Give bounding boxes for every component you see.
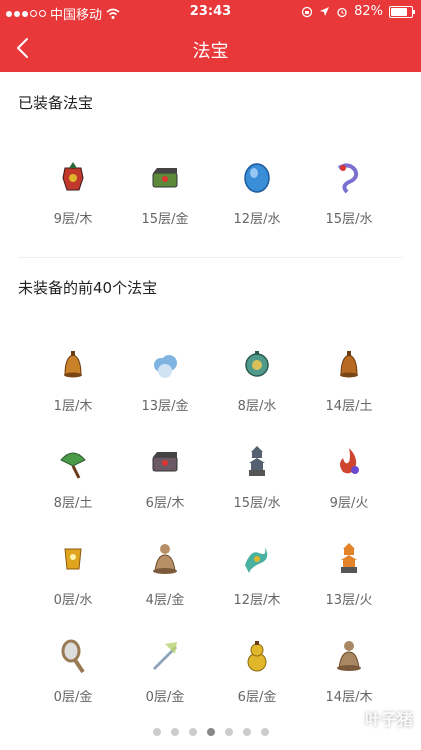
talisman-treasure-icon	[64, 548, 82, 570]
treasure-item[interactable]: 13层/火	[309, 539, 389, 608]
treasure-label: 15层/水	[233, 496, 281, 511]
chest-treasure-icon	[152, 168, 178, 188]
treasure-item[interactable]: 4层/金	[125, 539, 205, 608]
treasure-item[interactable]: 0层/水	[33, 539, 113, 608]
sword-treasure-icon	[153, 642, 177, 670]
treasure-label: 8层/水	[237, 399, 277, 414]
treasure-label: 6层/金	[237, 690, 277, 705]
pagoda-treasure-icon	[249, 446, 265, 476]
treasure-label: 6层/木	[145, 496, 185, 511]
treasure-item[interactable]: 15层/金	[125, 158, 205, 227]
treasure-item[interactable]: 14层/木	[309, 636, 389, 705]
page-dot[interactable]	[152, 728, 161, 736]
page-dot[interactable]	[224, 728, 233, 736]
section-divider	[18, 257, 403, 258]
treasure-label: 14层/木	[325, 690, 373, 705]
page-dot[interactable]	[242, 728, 251, 736]
status-bar: 中国移动 23:43 82%	[0, 0, 421, 24]
gem-treasure-icon	[244, 163, 270, 193]
battery-percent: 82%	[354, 4, 383, 19]
bell-treasure-icon	[64, 351, 82, 378]
unequipped-section-title: 未装备的前40个法宝	[18, 279, 158, 297]
treasure-label: 0层/金	[53, 690, 93, 705]
watermark-logo: 叶子猪	[364, 710, 413, 729]
treasure-label: 9层/火	[329, 496, 369, 511]
rotation-lock-icon	[301, 6, 313, 17]
buddha-treasure-icon	[153, 544, 177, 574]
treasure-item[interactable]: 9层/木	[33, 158, 113, 227]
location-icon	[320, 7, 330, 16]
cloud-treasure-icon	[154, 355, 177, 378]
fan-treasure-icon	[60, 452, 86, 479]
armor-treasure-icon	[62, 162, 84, 191]
mirror-treasure-icon	[61, 639, 85, 674]
treasure-label: 14层/土	[325, 399, 373, 414]
alarm-icon	[337, 7, 347, 17]
battery-icon	[389, 5, 415, 18]
buddha-treasure-icon	[337, 641, 361, 671]
treasure-item[interactable]: 8层/土	[33, 442, 113, 511]
lamp-treasure-icon	[245, 351, 269, 377]
treasure-label: 13层/火	[325, 593, 373, 608]
treasure-item[interactable]: 0层/金	[125, 636, 205, 705]
page-dot[interactable]	[260, 728, 269, 736]
treasure-label: 0层/水	[53, 593, 93, 608]
treasure-label: 12层/木	[233, 593, 281, 608]
equipped-section-title: 已装备法宝	[18, 94, 94, 112]
ribbon-treasure-icon	[337, 163, 359, 194]
treasure-item[interactable]: 15层/水	[309, 158, 389, 227]
treasure-label: 12层/水	[233, 212, 281, 227]
page-dot[interactable]	[170, 728, 179, 736]
gourd-treasure-icon	[247, 641, 267, 672]
treasure-label: 1层/木	[53, 399, 93, 414]
page-indicator	[0, 728, 421, 736]
treasure-label: 4层/金	[145, 593, 185, 608]
treasure-label: 13层/金	[141, 399, 189, 414]
flame-treasure-icon	[340, 448, 359, 474]
bell-treasure-icon	[340, 351, 358, 378]
treasure-item[interactable]: 9层/火	[309, 442, 389, 511]
treasure-item[interactable]: 1层/木	[33, 345, 113, 414]
treasure-item[interactable]: 0层/金	[33, 636, 113, 705]
page-dot[interactable]	[206, 728, 215, 736]
treasure-item[interactable]: 14层/土	[309, 345, 389, 414]
tower-treasure-icon	[341, 543, 357, 573]
treasure-item[interactable]: 13层/金	[125, 345, 205, 414]
nav-bar: 法宝	[0, 24, 421, 72]
box-treasure-icon	[152, 452, 178, 472]
treasure-item[interactable]: 15层/水	[217, 442, 297, 511]
treasure-item[interactable]: 12层/木	[217, 539, 297, 608]
treasure-item[interactable]: 12层/水	[217, 158, 297, 227]
treasure-item[interactable]: 6层/金	[217, 636, 297, 705]
status-right: 82%	[301, 4, 415, 19]
page-title: 法宝	[192, 41, 229, 62]
page-dot[interactable]	[188, 728, 197, 736]
treasure-item[interactable]: 6层/木	[125, 442, 205, 511]
treasure-label: 15层/水	[325, 212, 373, 227]
treasure-item[interactable]: 8层/水	[217, 345, 297, 414]
treasure-label: 8层/土	[53, 496, 93, 511]
treasure-label: 15层/金	[141, 212, 189, 227]
treasure-label: 9层/木	[53, 212, 93, 227]
dragon-treasure-icon	[245, 547, 268, 573]
treasure-label: 0层/金	[145, 690, 185, 705]
